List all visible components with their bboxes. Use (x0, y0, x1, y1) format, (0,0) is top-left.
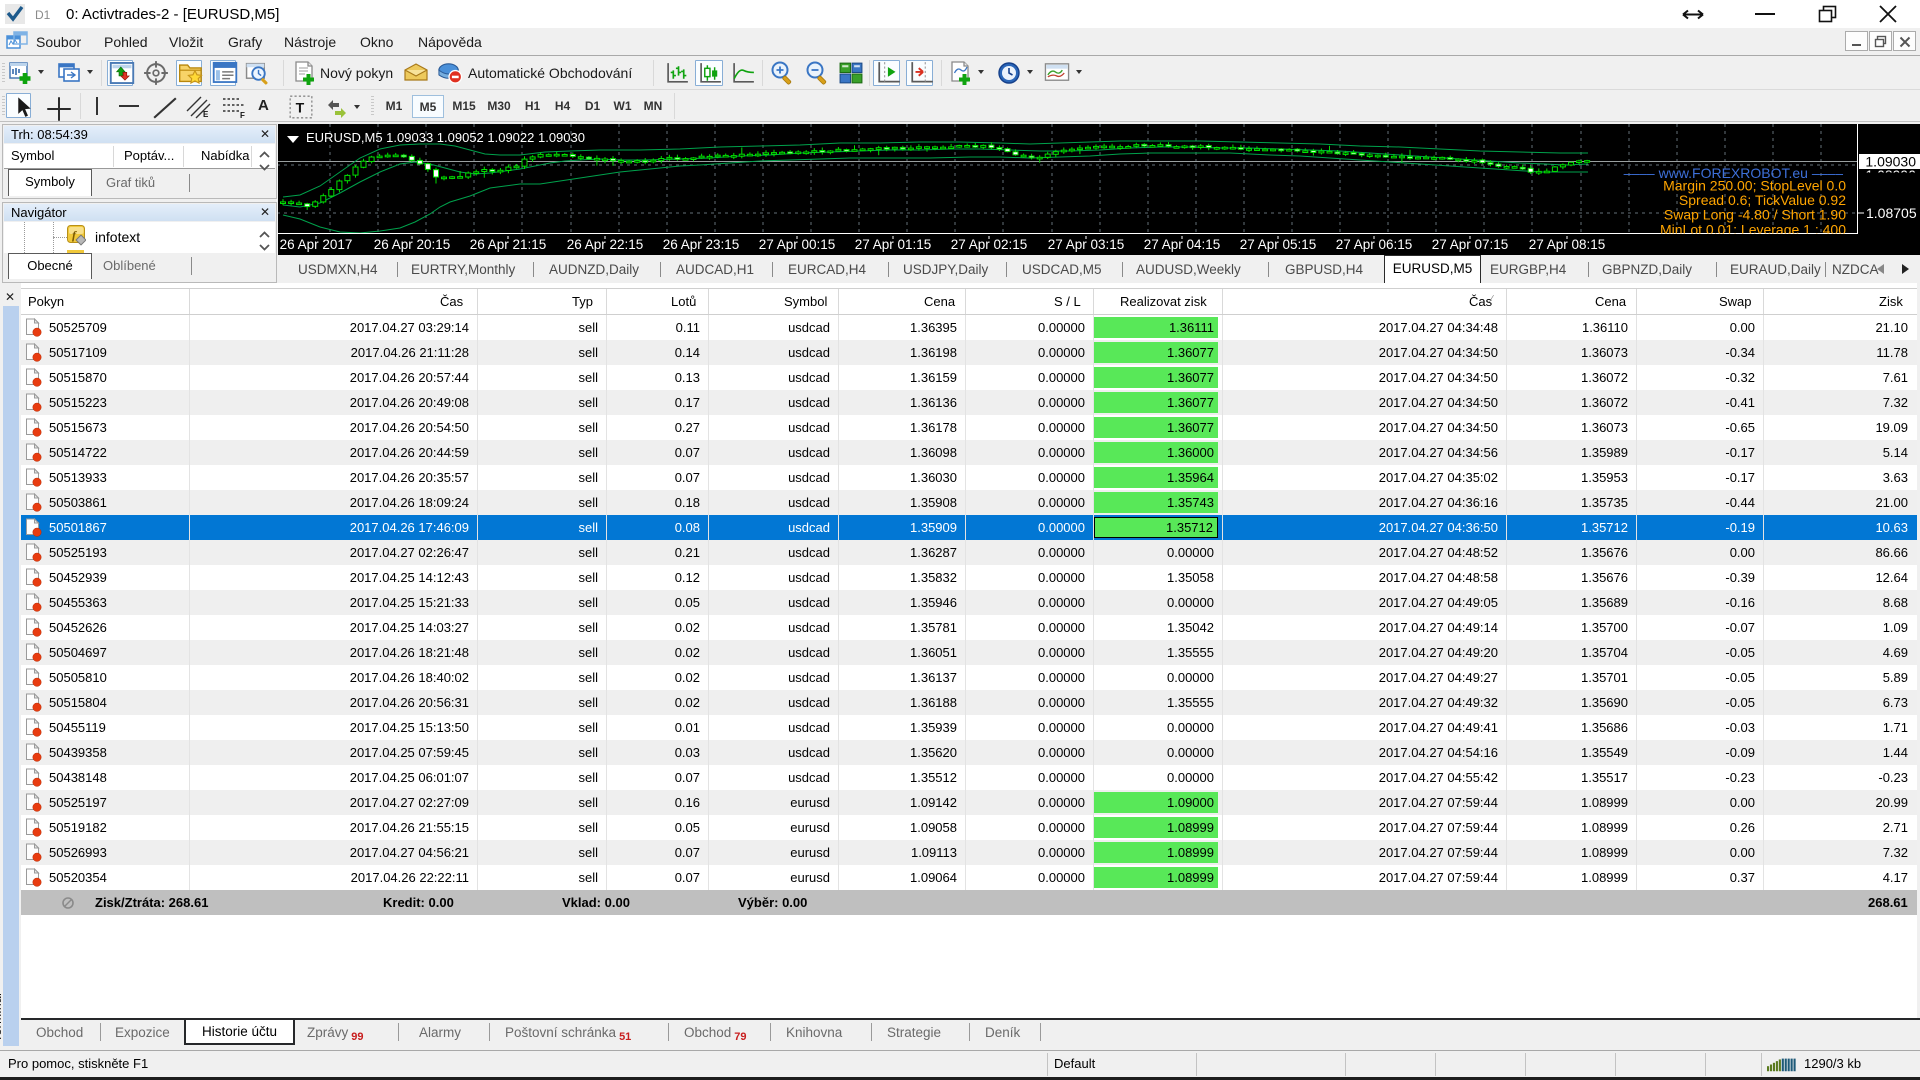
svg-text:EURUSD,M5 1.09033 1.09052 1.0: EURUSD,M5 1.09033 1.09052 1.09022 1.0903… (306, 130, 585, 145)
svg-text:1.08705: 1.08705 (1866, 205, 1917, 221)
svg-text:27 Apr 03:15: 27 Apr 03:15 (1048, 237, 1125, 252)
svg-text:MinLot 0.01; Leverage 1 : 400: MinLot 0.01; Leverage 1 : 400 (1660, 222, 1846, 238)
svg-text:27 Apr 01:15: 27 Apr 01:15 (855, 237, 932, 252)
svg-text:26 Apr 2017: 26 Apr 2017 (280, 237, 353, 252)
svg-text:F: F (240, 111, 245, 120)
svg-text:1.09030: 1.09030 (1865, 154, 1916, 170)
svg-text:T: T (296, 99, 305, 115)
svg-text:27 Apr 06:15: 27 Apr 06:15 (1336, 237, 1413, 252)
svg-text:26 Apr 23:15: 26 Apr 23:15 (663, 237, 740, 252)
svg-text:26 Apr 21:15: 26 Apr 21:15 (470, 237, 547, 252)
svg-text:26 Apr 22:15: 26 Apr 22:15 (567, 237, 644, 252)
svg-text:27 Apr 07:15: 27 Apr 07:15 (1432, 237, 1509, 252)
svg-text:27 Apr 00:15: 27 Apr 00:15 (759, 237, 836, 252)
svg-text:27 Apr 05:15: 27 Apr 05:15 (1240, 237, 1317, 252)
svg-text:27 Apr 08:15: 27 Apr 08:15 (1529, 237, 1606, 252)
svg-text:Swap Long -4.80 / Short 1.90: Swap Long -4.80 / Short 1.90 (1664, 207, 1846, 223)
svg-text:26 Apr 20:15: 26 Apr 20:15 (374, 237, 451, 252)
svg-text:27 Apr 02:15: 27 Apr 02:15 (951, 237, 1028, 252)
svg-text:27 Apr 04:15: 27 Apr 04:15 (1144, 237, 1221, 252)
svg-text:E: E (203, 110, 209, 119)
